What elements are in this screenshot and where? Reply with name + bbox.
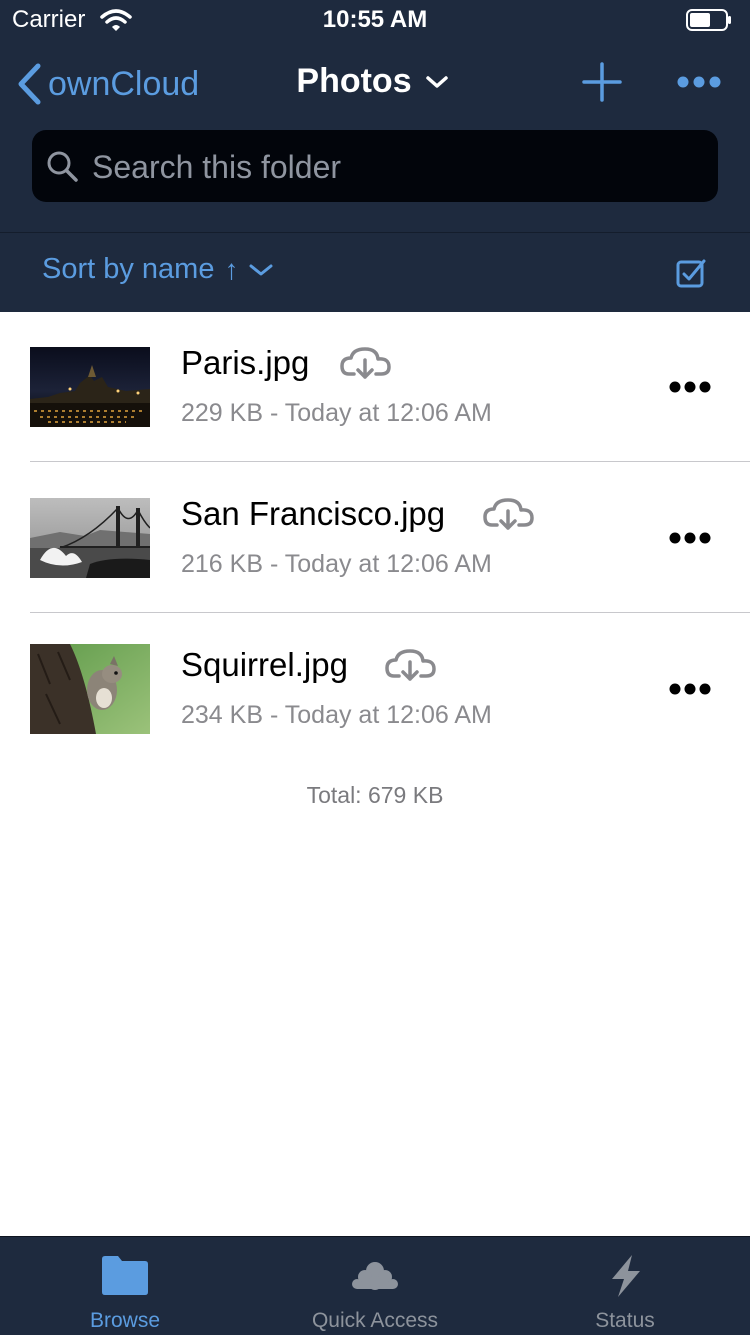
folder-total-size: Total: 679 KB bbox=[306, 782, 444, 808]
add-button[interactable] bbox=[582, 62, 622, 102]
back-label: ownCloud bbox=[48, 64, 200, 103]
folder-title-menu[interactable]: Photos bbox=[296, 62, 453, 101]
tab-status[interactable]: Status bbox=[500, 1237, 750, 1335]
row-divider bbox=[30, 612, 750, 613]
file-thumbnail bbox=[30, 644, 150, 734]
search-field bbox=[32, 130, 718, 204]
tab-bar: Browse Quick Access Status bbox=[0, 1236, 750, 1335]
tab-browse[interactable]: Browse bbox=[0, 1237, 250, 1335]
tab-label: Status bbox=[595, 1309, 655, 1332]
sort-button[interactable]: Sort by name ↑ bbox=[42, 253, 276, 286]
file-row[interactable]: Paris.jpg 229 KB - Today at 12:06 AM bbox=[0, 312, 750, 462]
chevron-down-icon bbox=[249, 264, 273, 275]
file-actions-button[interactable] bbox=[668, 530, 712, 546]
file-name: San Francisco.jpg bbox=[181, 495, 446, 532]
battery-icon bbox=[686, 9, 731, 31]
status-bar: Carrier 10:55 AM bbox=[0, 0, 750, 42]
page-title: Photos bbox=[296, 62, 412, 100]
select-mode-button[interactable] bbox=[676, 257, 706, 289]
cloud-download-icon[interactable] bbox=[340, 346, 392, 380]
sort-label: Sort by name bbox=[42, 253, 215, 285]
tab-label: Browse bbox=[89, 1309, 161, 1332]
file-name: Paris.jpg bbox=[181, 344, 310, 381]
row-divider bbox=[30, 461, 750, 462]
navigation-bar: ownCloud Photos bbox=[0, 42, 750, 126]
back-button[interactable]: ownCloud bbox=[16, 62, 199, 106]
cloud-icon bbox=[352, 1262, 398, 1290]
tab-quick-access[interactable]: Quick Access bbox=[250, 1237, 500, 1335]
file-name: Squirrel.jpg bbox=[181, 646, 348, 683]
chevron-down-icon bbox=[425, 75, 448, 88]
search-input[interactable] bbox=[90, 130, 704, 204]
more-options-button[interactable] bbox=[676, 72, 722, 92]
file-meta: 234 KB - Today at 12:06 AM bbox=[181, 701, 492, 729]
search-icon bbox=[47, 151, 78, 182]
tab-label: Quick Access bbox=[311, 1309, 439, 1332]
cloud-download-icon[interactable] bbox=[385, 648, 437, 682]
file-thumbnail bbox=[30, 347, 150, 427]
file-meta: 216 KB - Today at 12:06 AM bbox=[181, 550, 492, 578]
file-actions-button[interactable] bbox=[668, 379, 712, 395]
clock: 10:55 AM bbox=[322, 6, 428, 33]
sort-direction: ↑ bbox=[224, 253, 239, 285]
file-actions-button[interactable] bbox=[668, 681, 712, 697]
lightning-icon bbox=[612, 1255, 640, 1297]
sort-bar: Sort by name ↑ bbox=[0, 232, 750, 313]
file-row[interactable]: San Francisco.jpg 216 KB - Today at 12:0… bbox=[0, 463, 750, 613]
file-thumbnail bbox=[30, 498, 150, 578]
chevron-left-icon bbox=[18, 63, 41, 105]
file-row[interactable]: Squirrel.jpg 234 KB - Today at 12:06 AM bbox=[0, 614, 750, 764]
file-meta: 229 KB - Today at 12:06 AM bbox=[181, 399, 492, 427]
folder-icon bbox=[102, 1256, 148, 1295]
cloud-download-icon[interactable] bbox=[483, 497, 535, 531]
header: Carrier 10:55 AM ownCloud Photos Search … bbox=[0, 0, 750, 312]
